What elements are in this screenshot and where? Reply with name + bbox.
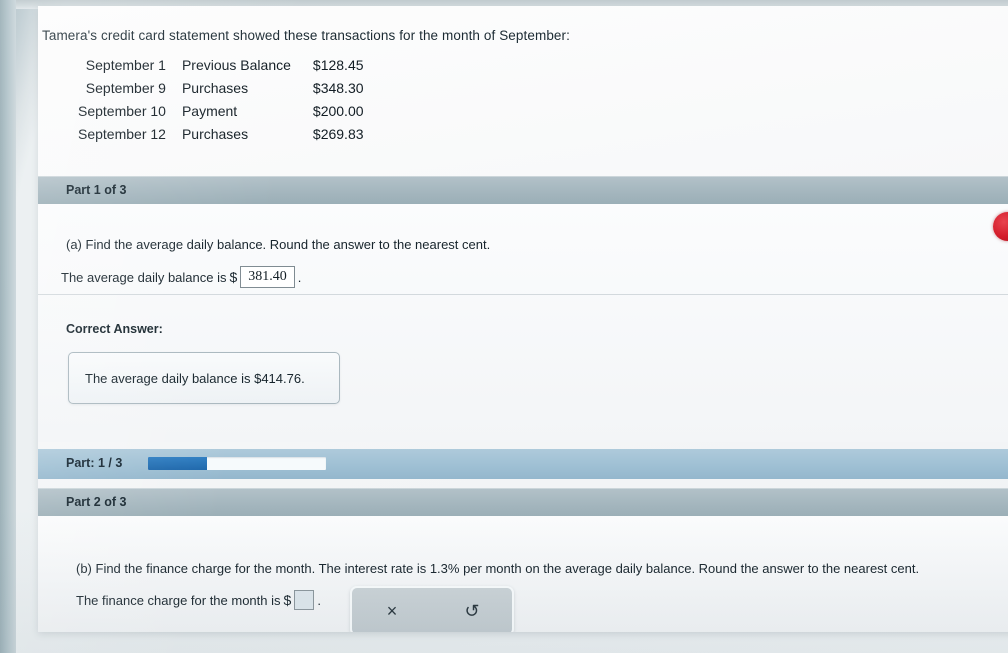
progress-label: Part: 1 / 3 bbox=[66, 456, 123, 470]
part2-question-text: (b) Find the finance charge for the mont… bbox=[76, 561, 920, 576]
problem-prompt: Tamera's credit card statement showed th… bbox=[42, 28, 570, 43]
part2-answer-input[interactable] bbox=[294, 590, 315, 610]
part1-answer-input[interactable]: 381.40 bbox=[240, 266, 295, 289]
correct-answer-box: The average daily balance is $414.76. bbox=[68, 352, 340, 404]
transaction-description: Purchases bbox=[181, 80, 249, 96]
table-row: September 9 Purchases $348.30 bbox=[78, 77, 364, 100]
part1-header-band: Part 1 of 3 bbox=[38, 176, 1008, 205]
transaction-date: September 12 bbox=[78, 126, 166, 142]
transaction-date: September 1 bbox=[85, 57, 166, 73]
transaction-amount: $348.30 bbox=[312, 80, 364, 96]
part1-header-label: Part 1 of 3 bbox=[66, 183, 127, 197]
part2-header-label: Part 2 of 3 bbox=[66, 495, 127, 509]
quiz-card: Tamera's credit card statement showed th… bbox=[38, 6, 1008, 632]
part2-answer-prefix: The finance charge for the month is bbox=[76, 592, 281, 608]
part2-answer-line: The finance charge for the month is $ . bbox=[76, 590, 321, 610]
part2-answer-period: . bbox=[317, 592, 321, 608]
transaction-date: September 10 bbox=[78, 103, 166, 119]
correct-answer-label: Correct Answer: bbox=[66, 322, 163, 336]
transaction-amount: $128.45 bbox=[312, 57, 364, 73]
transaction-description: Previous Balance bbox=[181, 57, 291, 73]
progress-band: Part: 1 / 3 bbox=[38, 449, 1008, 479]
transaction-description: Purchases bbox=[181, 126, 249, 142]
table-row: September 1 Previous Balance $128.45 bbox=[78, 54, 364, 77]
part1-question-text: (a) Find the average daily balance. Roun… bbox=[66, 237, 491, 252]
part1-dollar-sign: $ bbox=[229, 269, 238, 286]
part1-body: (a) Find the average daily balance. Roun… bbox=[38, 204, 1008, 442]
table-row: September 12 Purchases $269.83 bbox=[78, 123, 364, 146]
answer-tool-panel: × ↺ bbox=[350, 586, 514, 632]
progress-bar bbox=[148, 457, 326, 470]
part2-dollar-sign: $ bbox=[283, 592, 292, 608]
transaction-description: Payment bbox=[181, 103, 238, 119]
transaction-amount: $269.83 bbox=[312, 126, 364, 142]
part2-body: (b) Find the finance charge for the mont… bbox=[38, 516, 1008, 632]
transaction-amount: $200.00 bbox=[312, 103, 364, 119]
progress-bar-fill bbox=[148, 457, 207, 470]
part1-answer-line: The average daily balance is $ 381.40 . bbox=[61, 266, 302, 289]
left-edge-strip bbox=[0, 0, 16, 653]
clear-answer-button[interactable]: × bbox=[352, 588, 432, 632]
table-row: September 10 Payment $200.00 bbox=[78, 100, 364, 123]
transaction-date: September 9 bbox=[85, 80, 166, 96]
undo-button[interactable]: ↺ bbox=[432, 588, 512, 632]
part1-divider bbox=[38, 294, 1008, 295]
part2-header-band: Part 2 of 3 bbox=[38, 488, 1008, 517]
part1-answer-prefix: The average daily balance is bbox=[61, 269, 227, 285]
part1-answer-period: . bbox=[297, 269, 302, 285]
correct-answer-text: The average daily balance is $414.76. bbox=[85, 370, 305, 386]
transactions-table: September 1 Previous Balance $128.45 Sep… bbox=[78, 54, 364, 146]
